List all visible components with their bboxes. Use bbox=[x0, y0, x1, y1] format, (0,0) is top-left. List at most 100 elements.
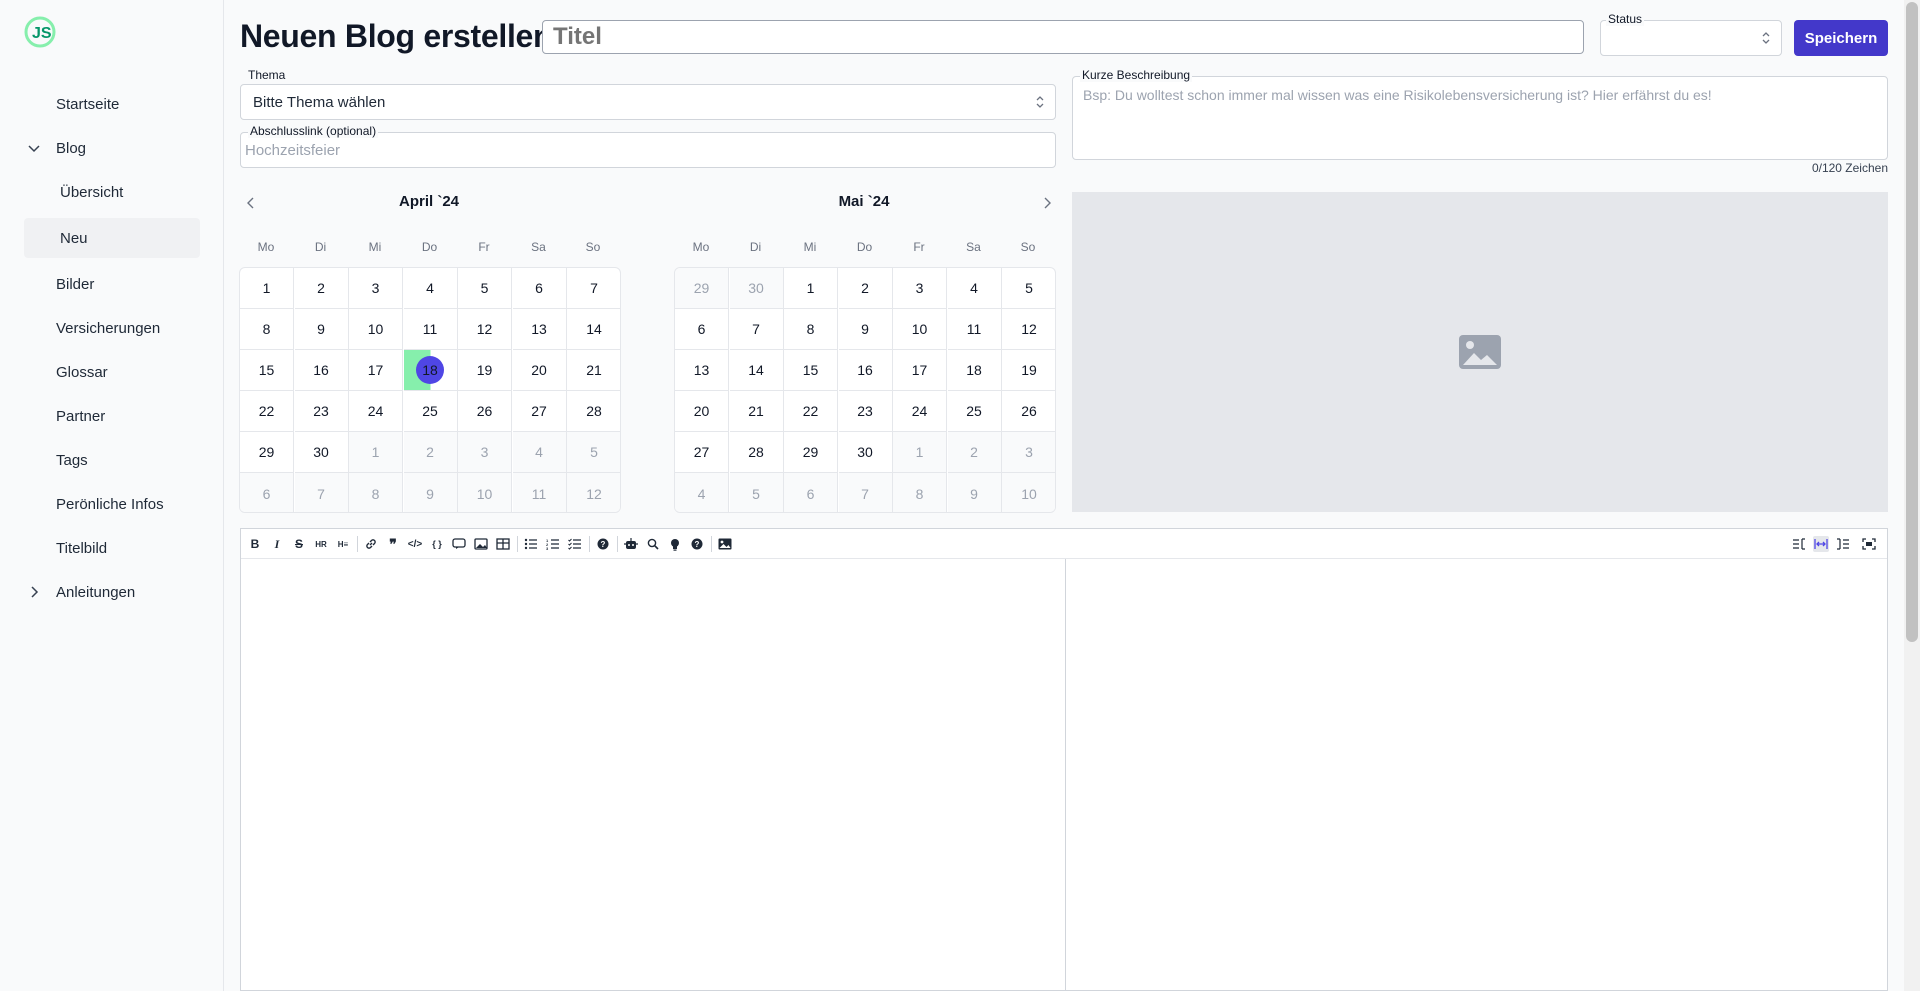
calendar-day[interactable]: 9 bbox=[838, 309, 893, 350]
calendar-day[interactable]: 16 bbox=[838, 350, 893, 391]
calendar-day[interactable]: 8 bbox=[240, 309, 294, 350]
robot-icon[interactable] bbox=[623, 536, 639, 552]
chevron-down-icon[interactable] bbox=[26, 140, 42, 156]
calendar-day[interactable]: 19 bbox=[458, 350, 512, 391]
calendar-day[interactable]: 17 bbox=[349, 350, 403, 391]
calendar-day[interactable]: 7 bbox=[838, 473, 893, 512]
sidebar-item-tags[interactable]: Tags bbox=[56, 450, 88, 470]
calendar-day[interactable]: 7 bbox=[729, 309, 784, 350]
sidebar-item-anleitungen[interactable]: Anleitungen bbox=[56, 582, 135, 602]
calendar-day[interactable]: 6 bbox=[240, 473, 294, 512]
calendar-day[interactable]: 18 bbox=[947, 350, 1002, 391]
calendar-day[interactable]: 13 bbox=[512, 309, 567, 350]
calendar-day[interactable]: 30 bbox=[729, 268, 784, 309]
lightbulb-icon[interactable] bbox=[667, 536, 683, 552]
next-month-icon[interactable] bbox=[1040, 196, 1054, 210]
sidebar-item-neu[interactable]: Neu bbox=[24, 218, 200, 258]
calendar-day[interactable]: 2 bbox=[403, 432, 458, 473]
sidebar-item-persoenliche-infos[interactable]: Perönliche Infos bbox=[56, 494, 164, 514]
calendar-day[interactable]: 2 bbox=[838, 268, 893, 309]
calendar-day[interactable]: 29 bbox=[675, 268, 729, 309]
calendar-day[interactable]: 22 bbox=[240, 391, 294, 432]
calendar-day[interactable]: 6 bbox=[784, 473, 838, 512]
heading-icon[interactable]: H≡ bbox=[335, 536, 351, 552]
calendar-day[interactable]: 20 bbox=[675, 391, 729, 432]
sidebar-item-uebersicht[interactable]: Übersicht bbox=[60, 182, 123, 202]
calendar-day[interactable]: 30 bbox=[294, 432, 349, 473]
picture-icon[interactable] bbox=[717, 536, 733, 552]
calendar-day[interactable]: 26 bbox=[1002, 391, 1055, 432]
app-logo[interactable]: JS bbox=[24, 16, 56, 48]
sidebar-item-glossar[interactable]: Glossar bbox=[56, 362, 108, 382]
calendar-day[interactable]: 2 bbox=[294, 268, 349, 309]
bold-icon[interactable]: B bbox=[247, 536, 263, 552]
quote-icon[interactable]: ❞ bbox=[385, 536, 401, 552]
hr-icon[interactable]: HR bbox=[313, 536, 329, 552]
code-icon[interactable]: </> bbox=[407, 536, 423, 552]
calendar-day[interactable]: 1 bbox=[784, 268, 838, 309]
page-scrollbar[interactable] bbox=[1904, 0, 1920, 991]
calendar-day[interactable]: 5 bbox=[458, 268, 512, 309]
calendar-day[interactable]: 1 bbox=[240, 268, 294, 309]
calendar-day[interactable]: 30 bbox=[838, 432, 893, 473]
cover-image-dropzone[interactable] bbox=[1072, 192, 1888, 512]
sidebar-item-titelbild[interactable]: Titelbild bbox=[56, 538, 107, 558]
calendar-day[interactable]: 17 bbox=[893, 350, 947, 391]
calendar-day[interactable]: 19 bbox=[1002, 350, 1055, 391]
calendar-day[interactable]: 7 bbox=[294, 473, 349, 512]
calendar-day[interactable]: 5 bbox=[567, 432, 620, 473]
topic-select[interactable]: Bitte Thema wählen bbox=[240, 84, 1056, 120]
ordered-list-icon[interactable]: 123 bbox=[545, 536, 561, 552]
calendar-day[interactable]: 26 bbox=[458, 391, 512, 432]
save-button[interactable]: Speichern bbox=[1794, 20, 1888, 56]
sidebar-item-partner[interactable]: Partner bbox=[56, 406, 105, 426]
table-icon[interactable] bbox=[495, 536, 511, 552]
calendar-day[interactable]: 3 bbox=[1002, 432, 1055, 473]
calendar-day[interactable]: 23 bbox=[294, 391, 349, 432]
calendar-day[interactable]: 3 bbox=[458, 432, 512, 473]
calendar-day[interactable]: 10 bbox=[893, 309, 947, 350]
calendar-day[interactable]: 12 bbox=[567, 473, 620, 512]
help-circle-icon[interactable]: ? bbox=[689, 536, 705, 552]
description-textarea[interactable]: Bsp: Du wolltest schon immer mal wissen … bbox=[1072, 76, 1888, 160]
prev-month-icon[interactable] bbox=[244, 196, 258, 210]
help-icon[interactable]: ? bbox=[595, 536, 611, 552]
calendar-day[interactable]: 12 bbox=[1002, 309, 1055, 350]
link-icon[interactable] bbox=[363, 536, 379, 552]
calendar-day[interactable]: 16 bbox=[294, 350, 349, 391]
calendar-day[interactable]: 11 bbox=[947, 309, 1002, 350]
scrollbar-thumb[interactable] bbox=[1906, 2, 1918, 642]
calendar-day[interactable]: 4 bbox=[403, 268, 458, 309]
calendar-day[interactable]: 28 bbox=[567, 391, 620, 432]
calendar-day[interactable]: 9 bbox=[947, 473, 1002, 512]
calendar-day[interactable]: 15 bbox=[784, 350, 838, 391]
calendar-day[interactable]: 21 bbox=[729, 391, 784, 432]
editor-only-icon[interactable] bbox=[1791, 536, 1807, 552]
calendar-day[interactable]: 11 bbox=[403, 309, 458, 350]
calendar-day[interactable]: 25 bbox=[403, 391, 458, 432]
calendar-day[interactable]: 27 bbox=[512, 391, 567, 432]
calendar-day[interactable]: 14 bbox=[567, 309, 620, 350]
calendar-day[interactable]: 10 bbox=[458, 473, 512, 512]
strikethrough-icon[interactable]: S bbox=[291, 536, 307, 552]
calendar-day[interactable]: 8 bbox=[784, 309, 838, 350]
calendar-day[interactable]: 10 bbox=[349, 309, 403, 350]
sidebar-item-startseite[interactable]: Startseite bbox=[56, 94, 119, 114]
unordered-list-icon[interactable] bbox=[523, 536, 539, 552]
calendar-day[interactable]: 12 bbox=[458, 309, 512, 350]
calendar-day[interactable]: 1 bbox=[349, 432, 403, 473]
calendar-day[interactable]: 22 bbox=[784, 391, 838, 432]
calendar-day[interactable]: 9 bbox=[294, 309, 349, 350]
calendar-day[interactable]: 29 bbox=[784, 432, 838, 473]
calendar-day[interactable]: 15 bbox=[240, 350, 294, 391]
calendar-day[interactable]: 13 bbox=[675, 350, 729, 391]
image-icon[interactable] bbox=[473, 536, 489, 552]
calendar-day[interactable]: 8 bbox=[893, 473, 947, 512]
sidebar-item-versicherungen[interactable]: Versicherungen bbox=[56, 318, 160, 338]
calendar-day[interactable]: 25 bbox=[947, 391, 1002, 432]
calendar-day[interactable]: 23 bbox=[838, 391, 893, 432]
calendar-day[interactable]: 4 bbox=[512, 432, 567, 473]
italic-icon[interactable]: I bbox=[269, 536, 285, 552]
fullscreen-icon[interactable] bbox=[1861, 536, 1877, 552]
checklist-icon[interactable] bbox=[567, 536, 583, 552]
